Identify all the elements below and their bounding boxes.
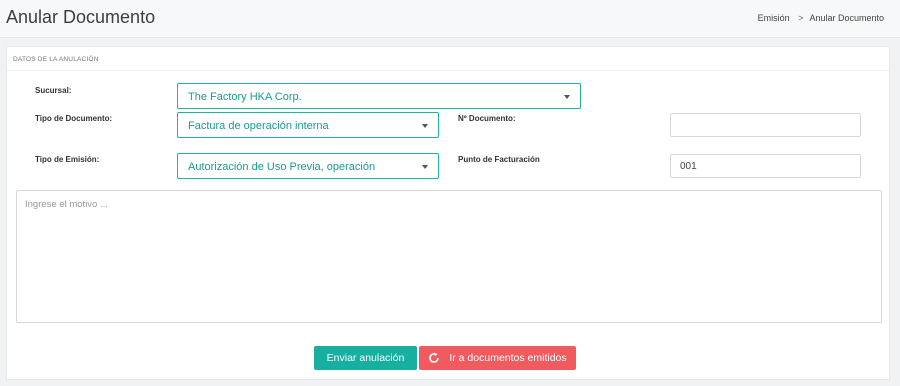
- sucursal-value: The Factory HKA Corp.: [188, 91, 302, 103]
- chevron-down-icon: [422, 165, 428, 169]
- tipo-documento-select[interactable]: Factura de operación interna: [177, 112, 439, 138]
- cancellation-card: DATOS DE LA ANULACIÓN Sucursal: The Fact…: [6, 46, 890, 380]
- breadcrumb: Emisión > Anular Documento: [758, 13, 884, 23]
- tipo-documento-label: Tipo de Documento:: [35, 114, 113, 123]
- card-header: DATOS DE LA ANULACIÓN: [7, 47, 889, 71]
- page-title: Anular Documento: [6, 7, 156, 27]
- send-cancellation-label: Enviar anulación: [326, 352, 405, 364]
- n-documento-label: Nº Documento:: [458, 114, 516, 123]
- breadcrumb-separator: >: [798, 13, 804, 23]
- n-documento-input[interactable]: [670, 113, 861, 137]
- card-title: DATOS DE LA ANULACIÓN: [13, 56, 99, 63]
- send-cancellation-button[interactable]: Enviar anulación: [314, 346, 417, 370]
- tipo-emision-select[interactable]: Autorización de Uso Previa, operación: [177, 153, 439, 179]
- motivo-textarea[interactable]: [16, 190, 882, 323]
- breadcrumb-item-current: Anular Documento: [809, 13, 884, 23]
- tipo-emision-value: Autorización de Uso Previa, operación: [188, 161, 376, 173]
- sucursal-label: Sucursal:: [35, 86, 72, 95]
- tipo-emision-label: Tipo de Emisión:: [35, 155, 100, 164]
- breadcrumb-item-emision[interactable]: Emisión: [758, 13, 790, 23]
- refresh-icon: [429, 352, 440, 363]
- chevron-down-icon: [422, 124, 428, 128]
- go-to-issued-documents-button[interactable]: Ir a documentos emitidos: [419, 346, 576, 370]
- punto-facturacion-input[interactable]: [670, 154, 861, 178]
- page-header: Anular Documento Emisión > Anular Docume…: [0, 0, 900, 38]
- sucursal-select[interactable]: The Factory HKA Corp.: [177, 83, 581, 109]
- punto-facturacion-label: Punto de Facturación: [458, 155, 540, 164]
- go-to-issued-documents-label: Ir a documentos emitidos: [449, 352, 567, 364]
- tipo-documento-value: Factura de operación interna: [188, 120, 329, 132]
- chevron-down-icon: [564, 95, 570, 99]
